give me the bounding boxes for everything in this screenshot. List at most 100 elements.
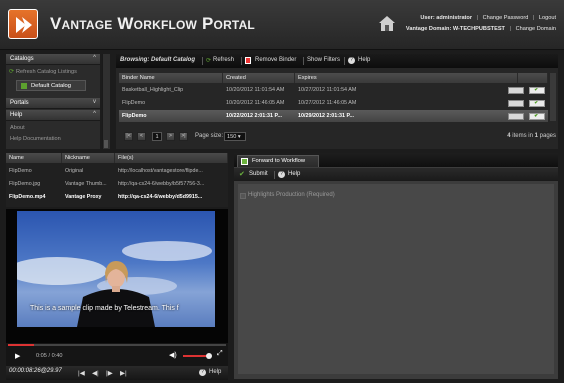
sidebar-scrollbar[interactable] [102,54,110,149]
remove-binder-button[interactable]: Remove Binder [255,57,296,63]
select-button[interactable] [529,113,545,120]
table-row[interactable]: FlipDemo.jpg Vantage Thumb... http://qa-… [6,178,228,190]
duration: 0:40 [51,353,63,359]
portal-title: Vantage Workflow Portal [50,14,255,33]
chevron-up-icon[interactable]: ^ [93,111,96,117]
change-password-link[interactable]: Change Password [483,15,529,21]
table-row-selected[interactable]: FlipDemo.mp4 Vantage Proxy http://qa-cs2… [6,191,228,203]
binder-table: Binder Name Created Expires Basketball_H… [119,73,548,123]
toolbar-separator [202,57,203,65]
table-row[interactable]: FlipDemo 10/20/2012 11:46:05 AM 10/27/20… [119,97,548,109]
next-page-button[interactable]: > [166,132,175,141]
download-button[interactable] [508,87,524,94]
select-button[interactable] [529,100,545,107]
binder-name-cell: FlipDemo [122,100,146,106]
portals-header[interactable]: Portals v [6,98,100,109]
first-page-button[interactable]: |< [124,132,133,141]
fullscreen-icon[interactable]: ⤢ [217,350,223,358]
column-header-files[interactable]: File(s) [115,153,228,163]
column-header-name[interactable]: Name [6,153,62,163]
separator: | [476,15,479,21]
download-button[interactable] [508,100,524,107]
files-table: Name Nickname File(s) FlipDemo Original … [6,153,228,207]
skip-start-icon[interactable]: |◀ [78,369,85,377]
column-header-expires[interactable]: Expires [295,73,518,83]
step-back-icon[interactable]: ◀| [92,369,99,377]
binder-table-scrollbar[interactable] [550,73,556,121]
page-number-input[interactable]: 1 [152,132,162,141]
workflow-help-button[interactable]: Help [288,171,300,177]
items-count-text: items in [512,133,533,139]
page-size-select[interactable]: 150 ▾ [224,132,246,141]
time-separator: / [48,353,51,359]
catalogs-header-label: Catalogs [10,56,34,62]
chevron-down-icon[interactable]: v [93,99,96,105]
select-button[interactable] [529,87,545,94]
column-header-binder-name[interactable]: Binder Name [119,73,223,83]
play-icon[interactable]: ▶ [15,352,20,360]
volume-slider-handle[interactable] [206,353,212,359]
home-icon[interactable] [378,14,396,34]
submit-button[interactable]: Submit [249,171,268,177]
default-catalog-item[interactable]: Default Catalog [16,80,86,91]
items-count-value: 4 [507,133,511,139]
toolbar-separator [344,57,345,65]
user-label: User: [420,15,435,21]
created-cell: 10/22/2012 2:01:31 P... [226,113,282,119]
help-documentation-link[interactable]: Help Documentation [6,134,100,144]
table-row[interactable]: FlipDemo Original http://localhost/vanta… [6,165,228,177]
pager: |< < 1 > >| Page size: 150 ▾ 4 items in … [116,130,558,145]
binder-name-cell: FlipDemo [122,113,147,119]
tab-label: Forward to Workflow [252,158,306,164]
separator: | [509,26,511,32]
expires-cell: 10/27/2012 11:46:05 AM [298,100,357,106]
player-help-button[interactable]: Help [209,369,221,375]
file-name-cell: FlipDemo [9,168,32,174]
column-header-nickname[interactable]: Nickname [62,153,115,163]
video-timeline[interactable] [8,344,226,346]
refresh-icon: ⟳ [9,69,15,75]
table-row-selected[interactable]: FlipDemo 10/22/2012 2:01:31 P... 10/29/2… [119,110,548,122]
refresh-catalogs-link[interactable]: ⟳ Refresh Catalog Listings [6,67,100,77]
sidebar-scroll-thumb[interactable] [104,140,108,148]
last-page-button[interactable]: >| [179,132,188,141]
checkmark-icon: ✔ [239,171,245,178]
column-header-created[interactable]: Created [223,73,295,83]
help-button[interactable]: Help [358,57,370,63]
user-name: administrator [436,15,473,21]
table-row[interactable]: Basketball_Highlight_Clip 10/20/2012 11:… [119,84,548,96]
workflow-toolbar: ✔ Submit ? Help [234,168,558,181]
highlights-checkbox[interactable] [240,193,246,199]
chevron-up-icon[interactable]: ^ [93,55,96,61]
help-header[interactable]: Help ^ [6,110,100,121]
skip-end-icon[interactable]: ▶| [120,369,127,377]
toolbar-separator [274,171,275,179]
column-header-actions [518,73,548,83]
domain-info-line: Vantage Domain: W-TECHPUBSTEST | Change … [406,26,556,32]
items-count: 4 items in 1 pages [507,133,556,139]
show-filters-button[interactable]: Show Filters [307,57,340,63]
video-caption: This is a sample clip made by Telestream… [30,305,179,312]
change-domain-link[interactable]: Change Domain [516,26,556,32]
about-link[interactable]: About [6,123,100,133]
volume-icon[interactable]: ◀) [169,351,177,359]
tab-forward-to-workflow[interactable]: Forward to Workflow [237,155,319,167]
help-icon: ? [348,57,355,64]
browse-title: Browsing: Default Catalog [120,57,196,63]
refresh-icon: ⟳ [206,58,212,64]
file-name-cell: FlipDemo.jpg [9,181,41,187]
catalog-icon [21,83,27,89]
created-cell: 10/20/2012 11:46:05 AM [226,100,285,106]
nickname-cell: Original [65,168,84,174]
domain-name: W-TECHPUBSTEST [452,26,505,32]
refresh-button[interactable]: Refresh [213,57,234,63]
download-button[interactable] [508,113,524,120]
remove-binder-icon [245,57,251,64]
catalogs-header[interactable]: Catalogs ^ [6,54,100,65]
highlights-label: Highlights Production (Required) [248,192,335,198]
logout-link[interactable]: Logout [539,15,556,21]
workflow-icon [241,158,248,165]
prev-page-button[interactable]: < [137,132,146,141]
nickname-cell: Vantage Proxy [65,194,102,200]
step-forward-icon[interactable]: |▶ [106,369,113,377]
